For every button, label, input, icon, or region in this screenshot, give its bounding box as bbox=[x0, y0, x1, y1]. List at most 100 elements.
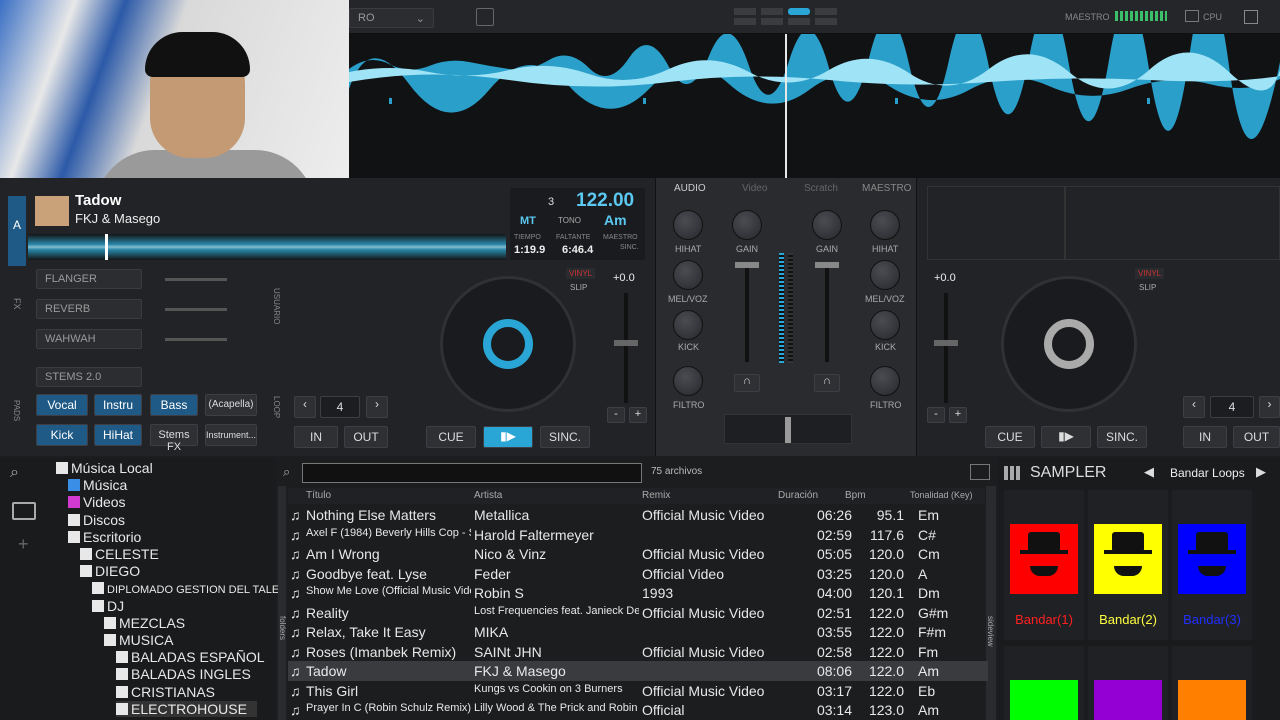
sampler-pad[interactable] bbox=[1172, 646, 1252, 720]
melvoz-knob-b[interactable] bbox=[870, 260, 900, 290]
folder-item[interactable]: MEZCLAS bbox=[104, 615, 185, 631]
deck-b-pitch-slider[interactable] bbox=[944, 293, 948, 403]
folder-item[interactable]: DIPLOMADO GESTION DEL TALENT bbox=[92, 580, 294, 596]
deck-b-cue-button[interactable]: CUE bbox=[985, 426, 1035, 448]
fx-1-select[interactable]: FLANGER bbox=[36, 269, 142, 289]
loop-in-button[interactable]: IN bbox=[294, 426, 338, 448]
deck-b-slip-toggle[interactable]: SLIP bbox=[1139, 283, 1156, 292]
vinyl-toggle[interactable]: VINYL bbox=[566, 268, 596, 279]
deck-b-loop-in[interactable]: IN bbox=[1183, 426, 1227, 448]
folder-item[interactable]: Música bbox=[68, 477, 127, 493]
stem-instrumental-button[interactable]: Instrument... bbox=[205, 424, 257, 446]
deck-b-sync-button[interactable]: SINC. bbox=[1097, 426, 1147, 448]
table-row[interactable]: ♫ Roses (Imanbek Remix) SAINt JHN Official … bbox=[288, 642, 988, 662]
folder-item[interactable]: CELESTE bbox=[80, 546, 159, 562]
loop-out-button[interactable]: OUT bbox=[344, 426, 388, 448]
folders-side-tab[interactable]: folders bbox=[278, 486, 287, 720]
table-row[interactable]: ♫ Reality Lost Frequencies feat. Janieck D… bbox=[288, 603, 988, 623]
deck-b-loop-size[interactable]: 4 bbox=[1210, 396, 1254, 418]
table-row[interactable]: ♫ Relax, Take It Easy MIKA 03:55 122.0 F#m bbox=[288, 622, 988, 642]
pitch-slider-handle[interactable] bbox=[614, 340, 638, 346]
folder-item[interactable]: BALADAS INGLES bbox=[116, 666, 251, 682]
play-pause-button[interactable]: ▮▶ bbox=[483, 426, 533, 448]
stems-fx-button[interactable]: Stems FX bbox=[150, 424, 198, 453]
table-row[interactable]: ♫ Show Me Love (Official Music Video) Robi… bbox=[288, 583, 988, 603]
table-row[interactable]: ♫ Nothing Else Matters Metallica Official M… bbox=[288, 505, 988, 525]
deck-a-overview-waveform[interactable] bbox=[28, 234, 506, 260]
headphones-icon-a[interactable]: ∩ bbox=[734, 374, 760, 392]
list-options-icon[interactable] bbox=[970, 464, 990, 480]
deck-b-jogwheel[interactable] bbox=[1001, 276, 1137, 412]
volume-icon[interactable] bbox=[1185, 10, 1199, 22]
filter-knob-b[interactable] bbox=[870, 366, 900, 396]
hihat-knob-a[interactable] bbox=[673, 210, 703, 240]
settings-icon[interactable] bbox=[1244, 10, 1258, 24]
loop-next-button[interactable]: › bbox=[366, 396, 388, 418]
scrolling-waveform[interactable] bbox=[349, 34, 1280, 178]
deck-b-vinyl-toggle[interactable]: VINYL bbox=[1135, 268, 1165, 279]
folder-item[interactable]: DIEGO bbox=[80, 563, 140, 579]
search-input[interactable] bbox=[302, 463, 642, 483]
fx-2-slider[interactable] bbox=[165, 308, 227, 311]
stem-instru-button[interactable]: Instru bbox=[94, 394, 142, 416]
fx-1-slider[interactable] bbox=[165, 278, 227, 281]
next-bank-icon[interactable]: ▶ bbox=[1256, 464, 1266, 480]
stem-acapella-button[interactable]: (Acapella) bbox=[205, 394, 257, 416]
filter-knob-a[interactable] bbox=[673, 366, 703, 396]
folder-item[interactable]: DJ bbox=[92, 598, 124, 614]
sampler-bank[interactable]: Bandar Loops bbox=[1170, 466, 1245, 480]
loop-prev-button[interactable]: ‹ bbox=[294, 396, 316, 418]
deck-b-loop-prev[interactable]: ‹ bbox=[1183, 396, 1205, 418]
folder-item[interactable]: Discos bbox=[68, 512, 125, 528]
gain-knob-a[interactable] bbox=[732, 210, 762, 240]
deck-b-pitch-plus[interactable]: + bbox=[949, 407, 967, 423]
volume-fader-b-handle[interactable] bbox=[815, 262, 839, 268]
deck-b-pitch-handle[interactable] bbox=[934, 340, 958, 346]
table-row[interactable]: ♫ This Girl Kungs vs Cookin on 3 Burners Of… bbox=[288, 681, 988, 701]
deck-b-loop-next[interactable]: › bbox=[1259, 396, 1280, 418]
deck-b-loop-out[interactable]: OUT bbox=[1233, 426, 1280, 448]
sampler-pad[interactable] bbox=[1088, 646, 1168, 720]
volume-fader-b[interactable] bbox=[825, 262, 829, 362]
tab-maestro[interactable]: MAESTRO bbox=[862, 183, 911, 194]
folder-item[interactable]: MUSICA bbox=[104, 632, 173, 648]
fx-2-select[interactable]: REVERB bbox=[36, 299, 142, 319]
stem-vocal-button[interactable]: Vocal bbox=[36, 394, 88, 416]
table-row[interactable]: ♫ Axel F (1984) Beverly Hills Cop - Sou..… bbox=[288, 525, 988, 545]
cue-button[interactable]: CUE bbox=[426, 426, 476, 448]
headphones-icon-b[interactable]: ∩ bbox=[814, 374, 840, 392]
tab-video[interactable]: Video bbox=[742, 183, 767, 194]
folder-item[interactable]: ELECTROHOUSE bbox=[116, 700, 257, 717]
col-key[interactable]: Tonalidad (Key) bbox=[910, 490, 973, 500]
table-row[interactable]: ♫ Tadow FKJ & Masego 08:06 122.0 Am bbox=[288, 661, 988, 681]
search-icon[interactable]: ⌕ bbox=[283, 464, 290, 480]
sampler-pad[interactable]: Bandar(1) bbox=[1004, 490, 1084, 640]
kick-knob-b[interactable] bbox=[870, 310, 900, 340]
pitch-slider[interactable] bbox=[624, 293, 628, 403]
stems-select[interactable]: STEMS 2.0 bbox=[36, 367, 142, 387]
master-tempo-toggle[interactable]: MT bbox=[520, 215, 536, 227]
sync-button[interactable]: SINC. bbox=[540, 426, 590, 448]
layout-selector[interactable] bbox=[734, 8, 844, 26]
monitor-icon[interactable] bbox=[12, 502, 36, 520]
add-icon[interactable]: + bbox=[18, 534, 29, 555]
folder-item[interactable]: Videos bbox=[68, 494, 126, 510]
volume-fader-a-handle[interactable] bbox=[735, 262, 759, 268]
deck-select-dropdown[interactable]: RO ⌄ bbox=[349, 8, 434, 28]
crossfader-handle[interactable] bbox=[785, 417, 791, 443]
grid-icon[interactable] bbox=[1004, 466, 1020, 480]
tab-audio[interactable]: AUDIO bbox=[674, 183, 706, 194]
folder-item[interactable]: CRISTIANAS bbox=[116, 684, 215, 700]
search-icon[interactable]: ⌕ bbox=[10, 464, 40, 488]
tab-scratch[interactable]: Scratch bbox=[804, 183, 838, 194]
col-title[interactable]: Título bbox=[306, 490, 331, 501]
deck-b-pitch-minus[interactable]: - bbox=[927, 407, 945, 423]
crossfader[interactable] bbox=[724, 414, 852, 444]
sampler-pad[interactable] bbox=[1004, 646, 1084, 720]
cube-icon[interactable] bbox=[476, 8, 494, 26]
table-row[interactable]: ♫ Goodbye feat. Lyse Feder Official Video 03… bbox=[288, 564, 988, 584]
folder-item[interactable]: Música Local bbox=[56, 460, 153, 476]
kick-knob-a[interactable] bbox=[673, 310, 703, 340]
sampler-pad[interactable]: Bandar(3) bbox=[1172, 490, 1252, 640]
folder-item[interactable]: Escritorio bbox=[68, 529, 141, 545]
